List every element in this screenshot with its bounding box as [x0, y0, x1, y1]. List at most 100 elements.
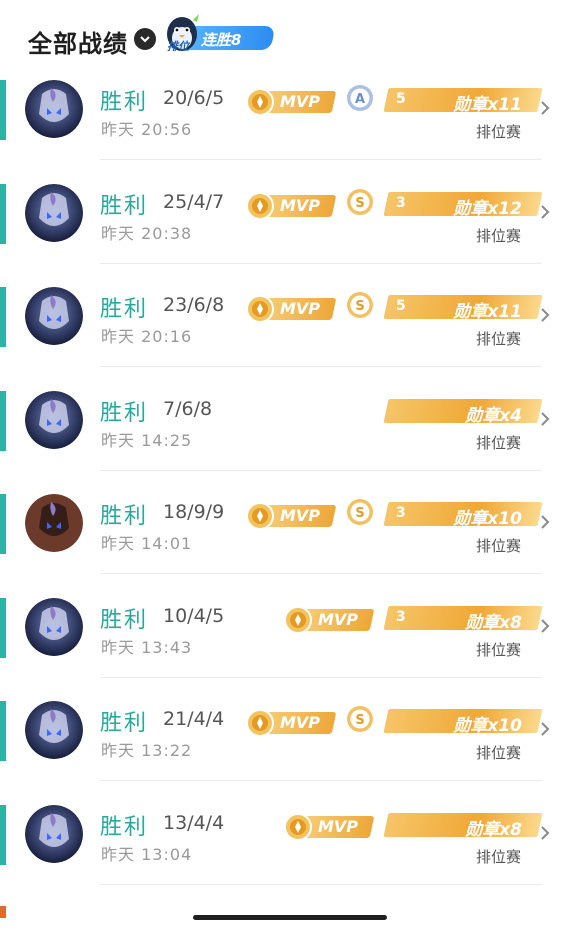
- medal-badge: 勋章x8: [383, 812, 543, 840]
- win-accent-bar: [0, 494, 6, 554]
- match-time: 昨天 14:01: [101, 534, 193, 553]
- match-row[interactable]: 胜利 25/4/7 昨天 20:38 MVP S 3 勋章x12 排位赛: [0, 182, 580, 286]
- mvp-badge: MVP: [246, 191, 338, 220]
- chevron-right-icon[interactable]: [540, 618, 550, 639]
- kda-score: 25/4/7: [163, 190, 225, 213]
- match-time: 昨天 13:43: [101, 637, 193, 657]
- match-row[interactable]: 胜利 10/4/5 昨天 13:43 MVP 3 勋章x8 排位赛: [0, 596, 580, 700]
- row-divider: [100, 262, 542, 264]
- rank-label: 排位: [167, 40, 189, 53]
- match-row[interactable]: 胜利 21/4/4 昨天 13:22 MVP S 勋章x10 排位赛: [0, 699, 580, 803]
- win-accent-bar: [0, 390, 6, 451]
- match-result: 胜利: [100, 711, 149, 736]
- chevron-right-icon[interactable]: [540, 100, 550, 121]
- kda-score: 21/4/4: [163, 708, 225, 730]
- row-divider: [100, 573, 542, 574]
- chevron-right-icon[interactable]: [540, 307, 550, 328]
- medal-badge: 勋章x4: [383, 398, 543, 426]
- medal-flag-icons: 3: [396, 505, 406, 521]
- medal-flag-icons: 5: [396, 91, 406, 107]
- match-time: 昨天 20:16: [101, 327, 193, 346]
- grade-icon: A: [347, 85, 373, 111]
- header: 全部战绩 排位 连胜8: [0, 0, 580, 78]
- page-title: 全部战绩: [28, 30, 128, 58]
- svg-text:A: A: [355, 92, 365, 107]
- streak-label: 连胜8: [201, 31, 242, 49]
- match-mode: 排位赛: [476, 226, 522, 245]
- rank-streak-badge[interactable]: 排位 连胜8: [163, 10, 276, 54]
- medal-badge: 5 勋章x11: [383, 88, 543, 115]
- mvp-coin-icon: [246, 88, 274, 116]
- row-divider: [100, 883, 542, 885]
- match-time: 昨天 13:04: [101, 844, 193, 864]
- match-result: 胜利: [100, 814, 149, 840]
- grade-icon: S: [347, 292, 373, 318]
- row-divider: [100, 366, 542, 367]
- match-row[interactable]: 胜利 13/4/4 昨天 13:04 MVP 勋章x8 排位赛: [0, 803, 580, 907]
- match-result: 胜利: [100, 193, 149, 219]
- mvp-badge: MVP: [246, 295, 338, 323]
- hero-avatar: [25, 390, 83, 449]
- win-accent-bar: [0, 804, 6, 865]
- match-mode: 排位赛: [476, 433, 522, 452]
- svg-text:S: S: [355, 713, 364, 728]
- mvp-coin-icon: [246, 191, 274, 220]
- chevron-right-icon[interactable]: [540, 411, 550, 432]
- match-mode: 排位赛: [476, 330, 522, 348]
- grade-icon: S: [347, 499, 373, 525]
- match-result: 胜利: [100, 607, 149, 633]
- kda-score: 20/6/5: [163, 87, 225, 109]
- medal-flag-icons: 3: [396, 608, 406, 625]
- match-list: 胜利 20/6/5 昨天 20:56 MVP A 5 勋章x11 排位赛 胜利 …: [0, 78, 580, 906]
- medal-badge: 3 勋章x8: [383, 605, 543, 633]
- row-divider: [100, 780, 542, 781]
- chevron-right-icon[interactable]: [540, 204, 550, 225]
- mvp-badge: MVP: [246, 502, 338, 530]
- medal-badge: 3 勋章x10: [383, 502, 543, 529]
- match-result: 胜利: [100, 90, 149, 115]
- home-indicator[interactable]: [193, 915, 387, 920]
- match-result: 胜利: [100, 400, 149, 426]
- match-mode: 排位赛: [476, 847, 522, 866]
- match-mode: 排位赛: [476, 640, 522, 659]
- win-accent-bar: [0, 80, 6, 140]
- kda-score: 7/6/8: [163, 397, 213, 420]
- hero-avatar: [25, 287, 83, 345]
- match-row[interactable]: 胜利 23/6/8 昨天 20:16 MVP S 5 勋章x11 排位赛: [0, 285, 580, 389]
- chevron-down-icon[interactable]: [134, 28, 156, 50]
- match-mode: 排位赛: [476, 537, 522, 555]
- kda-score: 10/4/5: [163, 604, 225, 627]
- mvp-badge: MVP: [284, 605, 376, 634]
- mvp-badge: MVP: [284, 812, 376, 841]
- svg-text:S: S: [355, 506, 364, 521]
- svg-text:S: S: [355, 196, 364, 211]
- mvp-badge: MVP: [246, 709, 338, 737]
- partial-row-accent: [0, 906, 6, 918]
- chevron-right-icon[interactable]: [540, 721, 550, 742]
- chevron-right-icon[interactable]: [540, 514, 550, 535]
- mvp-coin-icon: [284, 812, 312, 841]
- match-row[interactable]: 胜利 18/9/9 昨天 14:01 MVP S 3 勋章x10 排位赛: [0, 492, 580, 596]
- chevron-right-icon[interactable]: [540, 825, 550, 846]
- win-accent-bar: [0, 183, 6, 244]
- medal-badge: 5 勋章x11: [383, 295, 543, 322]
- match-row[interactable]: 胜利 20/6/5 昨天 20:56 MVP A 5 勋章x11 排位赛: [0, 78, 580, 182]
- hero-avatar: [25, 804, 83, 863]
- match-result: 胜利: [100, 504, 149, 529]
- grade-icon: S: [347, 188, 373, 215]
- match-mode: 排位赛: [476, 123, 522, 141]
- kda-score: 13/4/4: [163, 811, 225, 834]
- hero-avatar: [25, 183, 83, 242]
- match-row[interactable]: 胜利 7/6/8 昨天 14:25 勋章x4 排位赛: [0, 389, 580, 493]
- medal-badge: 3 勋章x12: [383, 191, 543, 219]
- match-time: 昨天 14:25: [101, 430, 193, 450]
- win-accent-bar: [0, 701, 6, 761]
- win-accent-bar: [0, 597, 6, 658]
- mvp-coin-icon: [246, 295, 274, 323]
- win-accent-bar: [0, 287, 6, 347]
- row-divider: [100, 159, 542, 160]
- mvp-badge: MVP: [246, 88, 338, 116]
- hero-avatar: [25, 494, 83, 552]
- hero-avatar: [25, 701, 83, 759]
- match-time: 昨天 20:38: [101, 223, 193, 243]
